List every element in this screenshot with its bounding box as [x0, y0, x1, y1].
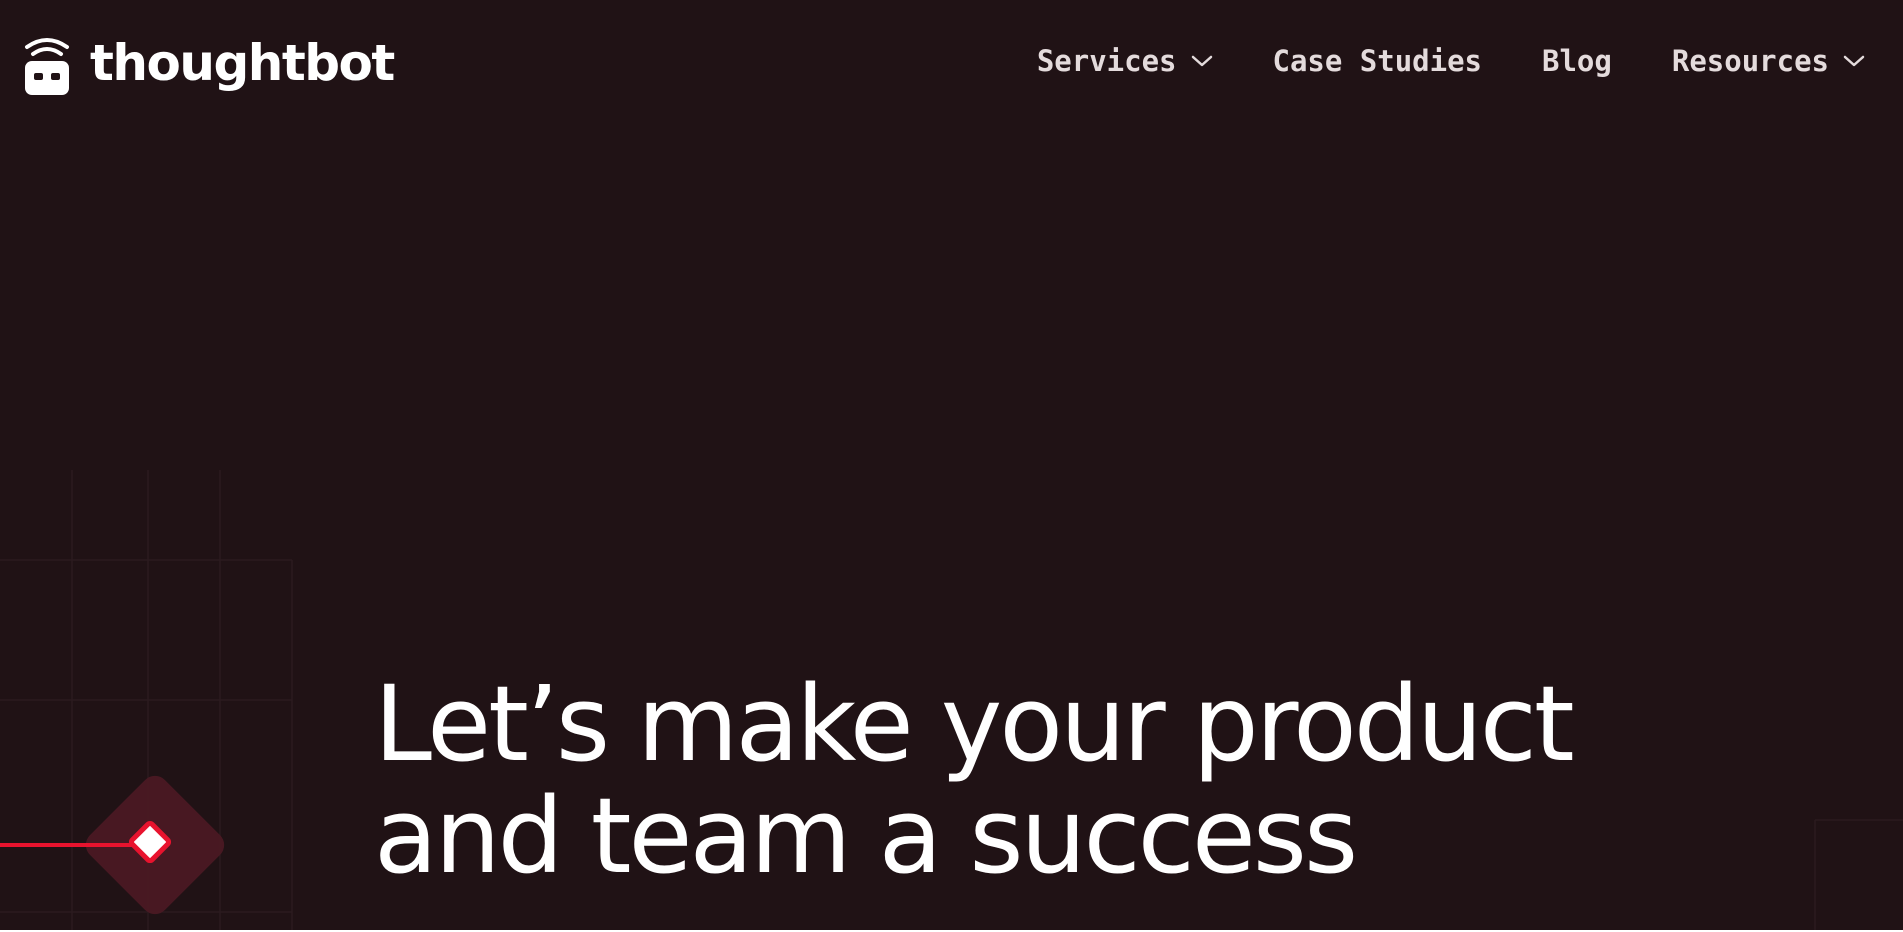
- nav-item-label: Services: [1036, 44, 1177, 78]
- chevron-down-icon: [1843, 55, 1865, 67]
- nav-item-label: Blog: [1542, 44, 1612, 78]
- hero-headline-line-2: and team a success: [374, 775, 1358, 897]
- brand-name: thoughtbot: [90, 34, 395, 92]
- nav-item-case-studies[interactable]: Case Studies: [1273, 44, 1483, 78]
- site-header: thoughtbot Services Case Studies Blog Re…: [0, 0, 1903, 140]
- nav-item-blog[interactable]: Blog: [1542, 44, 1612, 78]
- page-frame: thoughtbot Services Case Studies Blog Re…: [0, 0, 1903, 930]
- robot-wifi-icon: [25, 38, 69, 95]
- main-nav: Services Case Studies Blog Resources: [1037, 44, 1865, 78]
- logo-link[interactable]: thoughtbot: [22, 26, 395, 106]
- chevron-down-icon: [1191, 55, 1212, 67]
- nav-item-services[interactable]: Services: [1037, 44, 1213, 78]
- nav-item-label: Resources: [1671, 44, 1829, 78]
- hero-headline-line-1: Let’s make your product: [374, 663, 1575, 785]
- nav-item-resources[interactable]: Resources: [1672, 44, 1865, 78]
- hero-headline: Let’s make your product and team a succe…: [374, 663, 1575, 897]
- nav-item-label: Case Studies: [1272, 44, 1483, 78]
